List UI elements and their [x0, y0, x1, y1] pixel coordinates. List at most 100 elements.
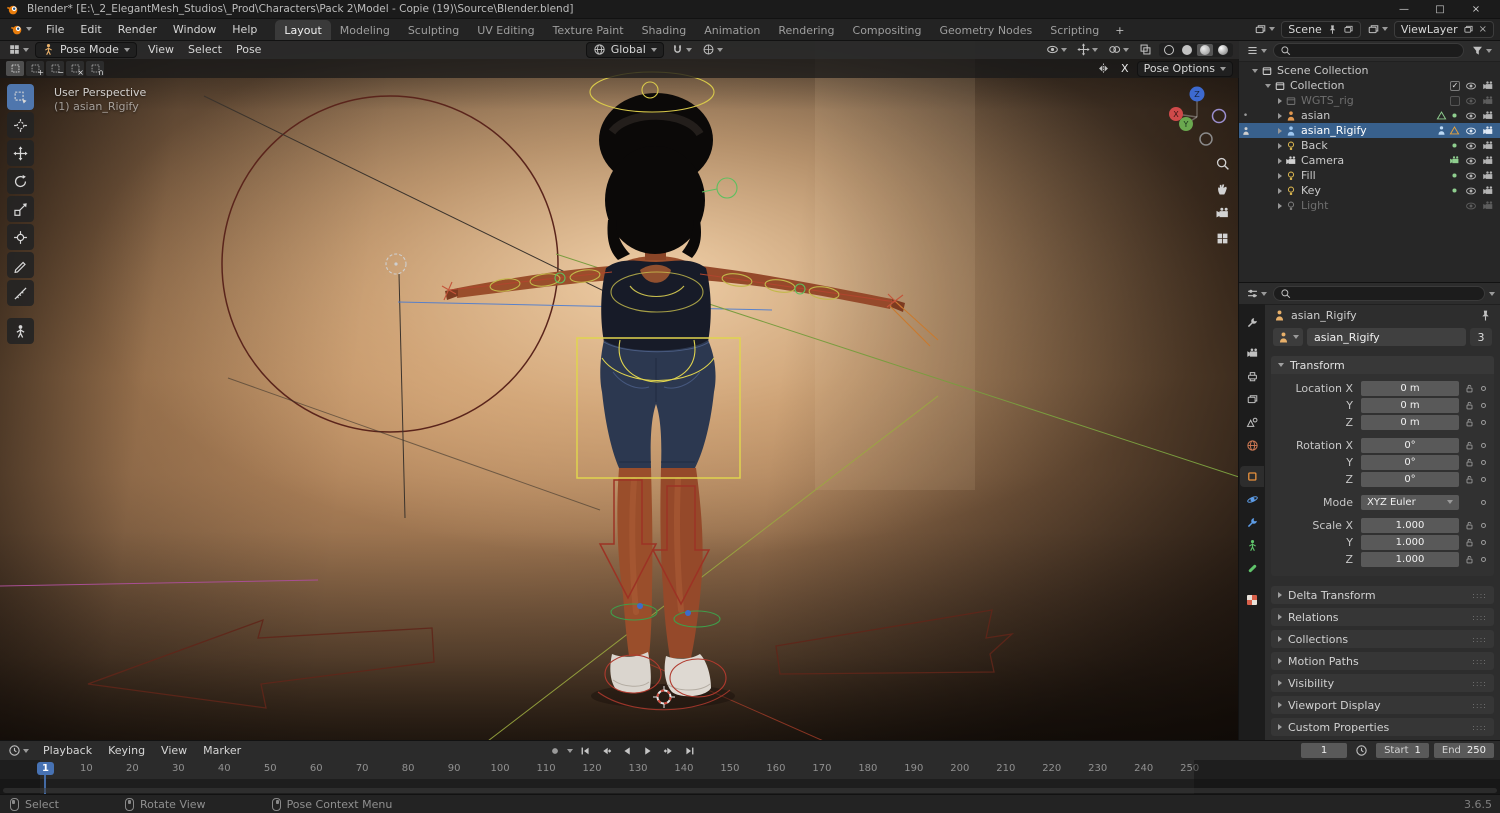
lock-icon[interactable]: [1464, 400, 1475, 411]
disclosure-collapsed-icon[interactable]: [1278, 142, 1282, 149]
scene-selector[interactable]: Scene: [1281, 20, 1361, 38]
properties-tab-render[interactable]: [1240, 343, 1264, 364]
eye-icon[interactable]: [1465, 155, 1477, 167]
value-field[interactable]: 0°: [1361, 471, 1459, 487]
viewlayer-selector[interactable]: ViewLayer ×: [1393, 20, 1494, 38]
lock-icon[interactable]: [1464, 440, 1475, 451]
blender-menu-button[interactable]: [4, 18, 38, 40]
disclosure-collapsed-icon[interactable]: [1278, 127, 1282, 134]
pin-icon[interactable]: [1327, 24, 1338, 35]
eye-icon[interactable]: [1465, 185, 1477, 197]
outliner-editor-type-button[interactable]: [1244, 44, 1269, 57]
orientation-dropdown[interactable]: Global: [585, 41, 664, 58]
users-count-badge[interactable]: 3: [1470, 328, 1492, 346]
transport-jump-start[interactable]: [575, 743, 595, 759]
disclosure-collapsed-icon[interactable]: [1278, 157, 1282, 164]
eye-icon[interactable]: [1465, 140, 1477, 152]
id-type-button[interactable]: [1273, 328, 1303, 346]
outliner-row-wgts-rig[interactable]: WGTS_rig: [1239, 93, 1500, 108]
xray-toggle-button[interactable]: [1136, 43, 1155, 56]
collection-checkbox[interactable]: [1450, 95, 1460, 106]
workspace-tab-texture-paint[interactable]: Texture Paint: [544, 20, 633, 40]
workspace-tab-scripting[interactable]: Scripting: [1041, 20, 1108, 40]
properties-editor-type-button[interactable]: [1244, 287, 1269, 300]
value-field[interactable]: 0 m: [1361, 397, 1459, 413]
section-relations[interactable]: Relations::::: [1271, 608, 1494, 626]
current-frame-field[interactable]: 1: [1301, 743, 1348, 758]
disclosure-expanded-icon[interactable]: [1265, 83, 1271, 88]
viewlayer-browse-button[interactable]: [1364, 23, 1391, 36]
outliner-row-asian[interactable]: • asian: [1239, 108, 1500, 123]
maximize-button[interactable]: □: [1422, 4, 1458, 15]
animate-decorator[interactable]: [1481, 402, 1486, 408]
properties-tab-world[interactable]: [1240, 435, 1264, 456]
section-custom-properties[interactable]: Custom Properties::::: [1271, 718, 1494, 736]
timeline-menu-marker[interactable]: Marker: [195, 744, 249, 757]
value-field[interactable]: 0°: [1361, 437, 1459, 453]
workspace-tab-modeling[interactable]: Modeling: [331, 20, 399, 40]
tool-measure[interactable]: [7, 280, 34, 306]
tool-pose-breakdowner[interactable]: [7, 318, 34, 344]
outliner-row-camera[interactable]: Camera: [1239, 153, 1500, 168]
animate-decorator[interactable]: [1481, 476, 1486, 482]
pose-options-dropdown[interactable]: Pose Options: [1136, 60, 1233, 77]
transport-next-keyframe[interactable]: [659, 743, 679, 759]
collection-checkbox[interactable]: ✓: [1450, 80, 1460, 91]
timeline-menu-keying[interactable]: Keying: [100, 744, 153, 757]
camera-render-icon[interactable]: [1482, 185, 1494, 197]
preview-range-icon[interactable]: [1352, 744, 1371, 757]
properties-options-button[interactable]: [1489, 291, 1495, 296]
disclosure-collapsed-icon[interactable]: [1278, 202, 1282, 209]
viewport-canvas[interactable]: [0, 40, 1239, 741]
tool-select-box[interactable]: [7, 84, 34, 110]
transport-jump-end[interactable]: [680, 743, 700, 759]
timeline-menu-playback[interactable]: Playback: [35, 744, 100, 757]
timeline-scrollbar[interactable]: [3, 788, 1497, 793]
mirror-x-label[interactable]: X: [1117, 62, 1133, 75]
camera-render-icon[interactable]: [1482, 110, 1494, 122]
select-mode-set[interactable]: [6, 61, 24, 76]
animate-decorator[interactable]: [1481, 522, 1486, 528]
outliner-row-asian-rigify[interactable]: asian_Rigify: [1239, 123, 1500, 138]
properties-tab-texture[interactable]: [1240, 589, 1264, 610]
copy-icon[interactable]: [1463, 24, 1474, 35]
axis-negative-ball[interactable]: [1211, 108, 1227, 124]
animate-decorator[interactable]: [1481, 385, 1486, 391]
minimize-button[interactable]: —: [1386, 4, 1422, 15]
lock-icon[interactable]: [1464, 457, 1475, 468]
animate-decorator[interactable]: [1481, 459, 1486, 465]
axis-negative-ball[interactable]: [1199, 132, 1213, 146]
lock-icon[interactable]: [1464, 554, 1475, 565]
snap-dropdown[interactable]: [668, 43, 695, 56]
section-delta-transform[interactable]: Delta Transform::::: [1271, 586, 1494, 604]
viewport-menu-view[interactable]: View: [141, 43, 181, 56]
timeline-menu-view[interactable]: View: [153, 744, 195, 757]
camera-render-icon[interactable]: [1482, 170, 1494, 182]
mode-dropdown[interactable]: Pose Mode: [35, 41, 137, 58]
section-viewport-display[interactable]: Viewport Display::::: [1271, 696, 1494, 714]
breadcrumb-object-name[interactable]: asian_Rigify: [1291, 309, 1357, 322]
properties-tab-physics[interactable]: [1240, 489, 1264, 510]
frame-end-field[interactable]: End 250: [1433, 743, 1494, 758]
outliner-row-back[interactable]: Back: [1239, 138, 1500, 153]
camera-render-icon[interactable]: [1482, 200, 1494, 212]
camera-render-icon[interactable]: [1482, 140, 1494, 152]
outliner-row-key[interactable]: Key: [1239, 183, 1500, 198]
workspace-tab-sculpting[interactable]: Sculpting: [399, 20, 468, 40]
eye-icon[interactable]: [1465, 200, 1477, 212]
eye-icon[interactable]: [1465, 110, 1477, 122]
auto-keying-button[interactable]: [545, 743, 565, 759]
value-field[interactable]: 0°: [1361, 454, 1459, 470]
transform-panel-header[interactable]: Transform: [1271, 356, 1494, 374]
menu-render[interactable]: Render: [110, 18, 165, 40]
disclosure-collapsed-icon[interactable]: [1278, 97, 1282, 104]
outliner-filter-button[interactable]: [1468, 44, 1495, 57]
viewport-editor-type-button[interactable]: [6, 43, 31, 56]
shading-material-button[interactable]: [1197, 43, 1213, 56]
shading-wireframe-button[interactable]: [1161, 44, 1177, 56]
unlink-icon[interactable]: ×: [1479, 24, 1487, 35]
value-field[interactable]: 1.000: [1361, 534, 1459, 550]
workspace-tab-layout[interactable]: Layout: [275, 20, 331, 40]
workspace-tab-uv-editing[interactable]: UV Editing: [468, 20, 543, 40]
properties-tab-object[interactable]: [1240, 466, 1264, 487]
